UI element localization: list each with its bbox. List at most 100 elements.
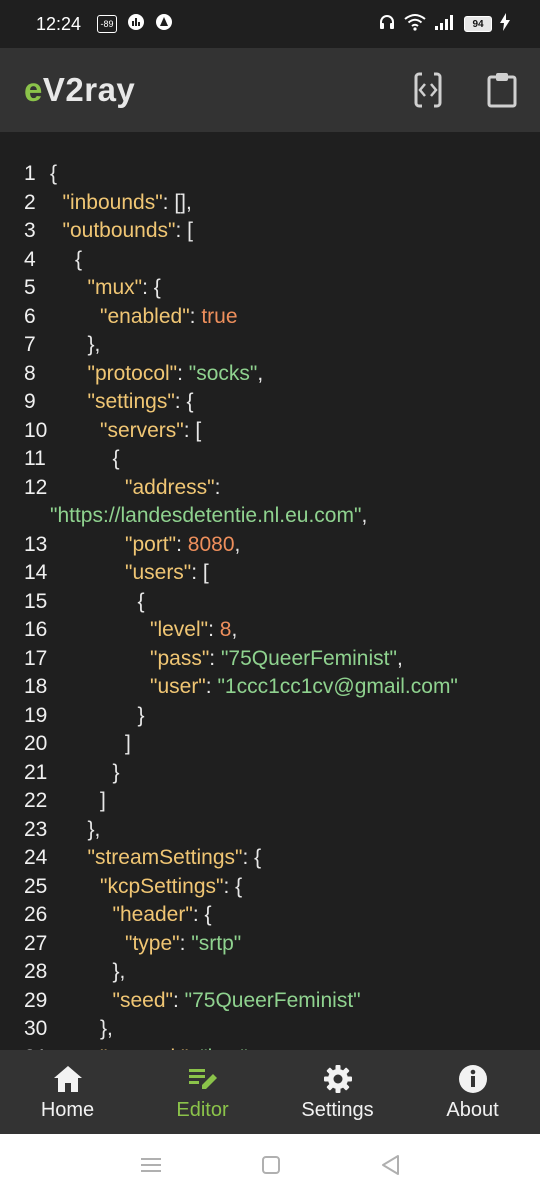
code-token: "socks" (188, 361, 258, 385)
line-text: "level": 8, (50, 616, 540, 645)
signal-strength-badge: -89 (97, 15, 118, 33)
code-line[interactable]: 26 "header": { (0, 901, 540, 930)
line-number: 3 (24, 219, 36, 242)
code-token: "srtp" (191, 931, 242, 955)
line-number: 1 (24, 162, 36, 185)
code-line[interactable]: 10 "servers": [ (0, 417, 540, 446)
nav-editor[interactable]: Editor (135, 1050, 270, 1134)
recent-apps-button[interactable] (140, 1157, 162, 1178)
headphones-icon (378, 13, 396, 36)
code-file-icon (414, 72, 442, 108)
code-line[interactable]: 2 "inbounds": [], (0, 189, 540, 218)
code-token: } (112, 760, 120, 784)
code-line[interactable]: 19} (0, 702, 540, 731)
line-text: "port": 8080, (50, 531, 540, 560)
code-line[interactable]: 3 "outbounds": [ (0, 217, 540, 246)
code-line[interactable]: 1{ (0, 160, 540, 189)
vpn-app-icon (155, 13, 173, 36)
code-line[interactable]: "https://landesdetentie.nl.eu.com", (0, 502, 540, 531)
code-line[interactable]: 27 "type": "srtp" (0, 930, 540, 959)
code-line[interactable]: 24 "streamSettings": { (0, 844, 540, 873)
code-line[interactable]: 22] (0, 787, 540, 816)
code-line[interactable]: 21} (0, 759, 540, 788)
code-line[interactable]: 16 "level": 8, (0, 616, 540, 645)
code-line[interactable]: 8 "protocol": "socks", (0, 360, 540, 389)
code-token: "level" (150, 618, 209, 641)
code-line[interactable]: 30}, (0, 1015, 540, 1044)
nav-about[interactable]: About (405, 1050, 540, 1134)
line-number: 11 (24, 447, 46, 470)
code-token: "settings" (87, 390, 175, 413)
line-number: 8 (24, 361, 36, 385)
info-icon (457, 1063, 489, 1095)
code-line[interactable]: 5 "mux": { (0, 274, 540, 303)
json-editor[interactable]: 1{2 "inbounds": [], 3 "outbounds": [4{5 "mux… (0, 132, 540, 1050)
code-token: "port" (125, 532, 177, 556)
code-line[interactable]: 12 "address": (0, 474, 540, 503)
code-token: : (189, 304, 202, 328)
code-line[interactable]: 4{ (0, 246, 540, 275)
paste-clipboard-button[interactable] (486, 70, 518, 110)
code-line[interactable]: 11 { (0, 445, 540, 474)
code-line[interactable]: 29 "seed": "75QueerFeminist" (0, 987, 540, 1016)
code-token: "https://landesdetentie.nl.eu.com" (50, 504, 362, 527)
app-title-accent: e (24, 71, 43, 108)
line-number: 29 (24, 988, 48, 1012)
code-token: : (209, 646, 221, 670)
code-line[interactable]: 7}, (0, 331, 540, 360)
format-code-button[interactable] (412, 70, 444, 110)
code-token: }, (100, 1017, 113, 1040)
code-line[interactable]: 28}, (0, 958, 540, 987)
line-text: }, (50, 958, 540, 987)
home-system-button[interactable] (261, 1155, 281, 1180)
code-line[interactable]: 15 { (0, 588, 540, 617)
code-token: "protocol" (87, 361, 178, 385)
code-token: 8 (219, 618, 232, 641)
code-line[interactable]: 17 "pass": "75QueerFeminist", (0, 645, 540, 674)
nav-settings-label: Settings (301, 1098, 374, 1121)
code-token: : [ (183, 418, 202, 442)
code-line[interactable]: 18 "user": "1ccc1cc1cv@gmail.com" (0, 673, 540, 702)
app-bar: eV2ray (0, 48, 540, 132)
code-token: "mux" (87, 276, 143, 299)
line-number: 16 (24, 618, 48, 641)
nav-home[interactable]: Home (0, 1050, 135, 1134)
line-text: { (50, 445, 540, 474)
nav-about-label: About (446, 1098, 499, 1121)
code-token: "streamSettings" (87, 846, 243, 869)
code-line[interactable]: 6 "enabled": true (0, 303, 540, 332)
code-line[interactable]: 13 "port": 8080, (0, 531, 540, 560)
code-token: ] (100, 789, 106, 812)
code-token: "users" (125, 561, 192, 584)
line-text: "seed": "75QueerFeminist" (50, 987, 540, 1016)
cell-signal-icon (434, 13, 456, 36)
code-line[interactable]: 14 "users": [ (0, 559, 540, 588)
line-number: 12 (24, 475, 48, 499)
code-token: : (205, 675, 218, 698)
code-line[interactable]: 23}, (0, 816, 540, 845)
line-text: "kcpSettings": { (50, 873, 540, 902)
code-token: { (112, 447, 120, 470)
code-token: "header" (112, 903, 193, 926)
code-token: : [ (191, 561, 209, 584)
line-text: ] (50, 730, 540, 759)
line-text: { (50, 588, 540, 617)
nav-editor-label: Editor (176, 1098, 229, 1121)
line-number: 23 (24, 817, 48, 841)
line-text: "outbounds": [ (50, 217, 540, 246)
edit-note-icon (187, 1063, 219, 1095)
code-line[interactable]: 20] (0, 730, 540, 759)
code-token: ] (125, 732, 131, 755)
code-line[interactable]: 9 "settings": { (0, 388, 540, 417)
nav-settings[interactable]: Settings (270, 1050, 405, 1134)
line-number (0, 502, 50, 531)
line-number: 28 (24, 960, 48, 983)
code-line[interactable]: 25 "kcpSettings": { (0, 873, 540, 902)
code-token: "address" (125, 475, 215, 499)
code-content[interactable]: 1{2 "inbounds": [], 3 "outbounds": [4{5 "mux… (0, 160, 540, 1050)
line-number: 10 (24, 418, 48, 442)
code-token: "75QueerFeminist" (184, 988, 361, 1012)
back-system-button[interactable] (380, 1154, 400, 1181)
line-text: "https://landesdetentie.nl.eu.com", (50, 502, 540, 531)
line-text: }, (50, 816, 540, 845)
